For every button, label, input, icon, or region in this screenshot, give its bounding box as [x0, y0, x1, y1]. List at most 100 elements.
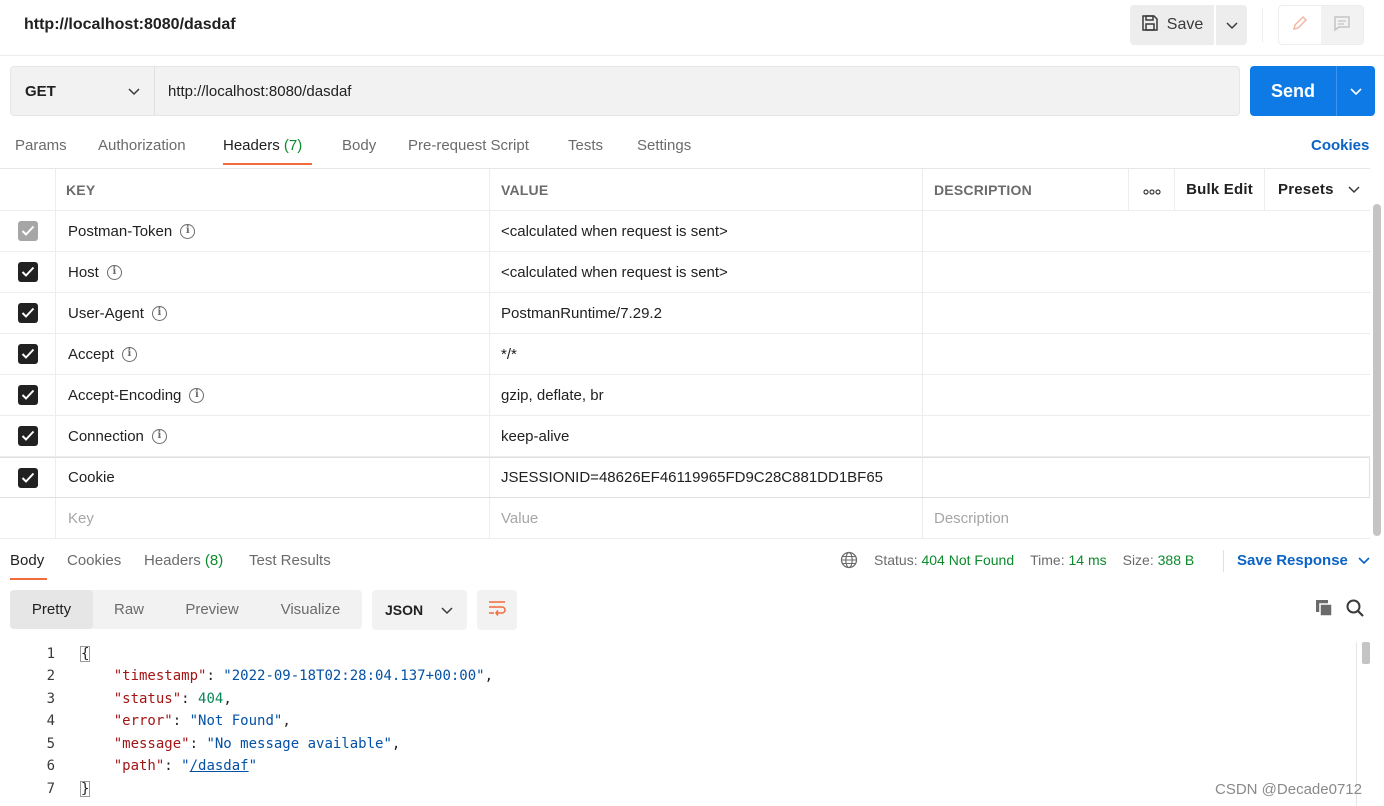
request-header-bar: http://localhost:8080/dasdaf Save: [0, 0, 1384, 56]
json-path-link[interactable]: /dasdaf: [190, 758, 249, 774]
save-button[interactable]: Save: [1130, 5, 1214, 45]
status-value[interactable]: 404 Not Found: [921, 552, 1014, 568]
cookies-link[interactable]: Cookies: [1311, 137, 1369, 154]
header-value-cell[interactable]: gzip, deflate, br: [490, 375, 923, 415]
format-select[interactable]: JSON: [372, 590, 467, 630]
response-body-viewer[interactable]: 1 { 2 "timestamp": "2022-09-18T02:28:04.…: [0, 642, 1384, 806]
size-value[interactable]: 388 B: [1158, 552, 1195, 568]
tab-headers[interactable]: Headers (7): [223, 137, 302, 154]
line-number: 3: [46, 691, 55, 707]
table-row: Host i <calculated when request is sent>: [0, 252, 1370, 293]
column-key: KEY: [56, 169, 490, 210]
request-title[interactable]: http://localhost:8080/dasdaf: [24, 16, 236, 34]
header-key-cell[interactable]: Connection i: [56, 416, 490, 456]
json-quote: ": [181, 758, 190, 774]
json-comma: ,: [484, 668, 494, 684]
time-label: Time:: [1030, 552, 1065, 568]
active-tab-indicator: [223, 163, 312, 165]
view-visualize[interactable]: Visualize: [259, 590, 362, 629]
tab-params[interactable]: Params: [15, 137, 67, 154]
header-key-cell[interactable]: Accept i: [56, 334, 490, 374]
code-line: 6 "path": "/dasdaf": [0, 755, 1360, 777]
more-options-button[interactable]: [1129, 169, 1175, 210]
header-key-cell[interactable]: Host i: [56, 252, 490, 292]
info-icon[interactable]: i: [151, 305, 167, 321]
row-checkbox[interactable]: [17, 385, 38, 405]
format-label: JSON: [385, 602, 424, 618]
search-icon[interactable]: [1345, 598, 1365, 622]
info-icon[interactable]: i: [180, 223, 196, 239]
edit-button[interactable]: [1279, 6, 1321, 44]
view-pretty[interactable]: Pretty: [10, 590, 93, 629]
header-value-cell[interactable]: <calculated when request is sent>: [490, 211, 923, 251]
header-description-cell[interactable]: [923, 252, 1370, 292]
send-button[interactable]: Send: [1250, 66, 1336, 116]
presets-dropdown[interactable]: Presets: [1265, 169, 1370, 210]
new-key-input[interactable]: Key: [56, 498, 490, 538]
info-icon[interactable]: i: [151, 428, 167, 444]
tab-pre-request-script[interactable]: Pre-request Script: [408, 137, 529, 154]
header-key-cell[interactable]: Accept-Encoding i: [56, 375, 490, 415]
header-description-cell[interactable]: [923, 334, 1370, 374]
header-value-cell[interactable]: <calculated when request is sent>: [490, 252, 923, 292]
row-checkbox[interactable]: [17, 262, 38, 282]
method-label: GET: [25, 82, 56, 100]
response-tab-test-results[interactable]: Test Results: [249, 552, 331, 569]
toolbar-divider: [1262, 8, 1263, 42]
row-checkbox[interactable]: [17, 221, 38, 241]
header-description-cell[interactable]: [923, 293, 1370, 333]
header-value-cell[interactable]: keep-alive: [490, 416, 923, 456]
save-options-button[interactable]: [1216, 5, 1247, 45]
tab-settings[interactable]: Settings: [637, 137, 691, 154]
time-value[interactable]: 14 ms: [1068, 552, 1106, 568]
header-key-cell[interactable]: User-Agent i: [56, 293, 490, 333]
globe-icon[interactable]: [840, 551, 858, 569]
bulk-edit-button[interactable]: Bulk Edit: [1175, 169, 1265, 210]
comments-button[interactable]: [1321, 6, 1363, 44]
watermark-text: CSDN @Decade0712: [1215, 781, 1362, 798]
header-key-cell[interactable]: Cookie: [56, 458, 490, 497]
view-raw[interactable]: Raw: [93, 590, 165, 629]
header-description-cell[interactable]: [923, 211, 1370, 251]
tab-body[interactable]: Body: [342, 137, 376, 154]
send-options-button[interactable]: [1336, 66, 1375, 116]
header-value-cell[interactable]: JSESSIONID=48626EF46119965FD9C28C881DD1B…: [490, 458, 923, 497]
line-number: 7: [46, 781, 55, 797]
code-line: 2 "timestamp": "2022-09-18T02:28:04.137+…: [0, 665, 1360, 687]
tab-tests[interactable]: Tests: [568, 137, 603, 154]
send-button-group: Send: [1250, 66, 1375, 116]
tab-authorization[interactable]: Authorization: [98, 137, 186, 154]
header-key: Accept: [68, 345, 114, 363]
info-icon[interactable]: i: [121, 346, 137, 362]
header-value-cell[interactable]: */*: [490, 334, 923, 374]
info-icon[interactable]: i: [189, 387, 205, 403]
save-response-dropdown[interactable]: Save Response: [1237, 552, 1370, 569]
request-tabs: Params Authorization Headers (7) Body Pr…: [0, 128, 1384, 168]
code-text: {: [80, 646, 91, 662]
row-checkbox[interactable]: [17, 344, 38, 364]
response-tab-body[interactable]: Body: [10, 552, 44, 569]
url-input[interactable]: http://localhost:8080/dasdaf: [155, 67, 1239, 115]
view-preview[interactable]: Preview: [165, 590, 259, 629]
info-icon[interactable]: i: [106, 264, 122, 280]
presets-label: Presets: [1278, 181, 1334, 198]
header-description-cell[interactable]: [923, 416, 1370, 456]
response-tab-headers[interactable]: Headers (8): [144, 552, 223, 569]
method-select[interactable]: GET: [11, 67, 155, 115]
header-description-cell[interactable]: [923, 375, 1370, 415]
row-checkbox[interactable]: [17, 426, 38, 446]
header-key-cell[interactable]: Postman-Token i: [56, 211, 490, 251]
row-checkbox[interactable]: [17, 303, 38, 323]
code-scrollbar[interactable]: [1362, 642, 1370, 664]
response-tab-cookies[interactable]: Cookies: [67, 552, 121, 569]
header-description-cell[interactable]: [923, 458, 1369, 497]
headers-scrollbar[interactable]: [1373, 204, 1381, 536]
header-value-cell[interactable]: PostmanRuntime/7.29.2: [490, 293, 923, 333]
header-key: Accept-Encoding: [68, 386, 182, 404]
wrap-lines-button[interactable]: [477, 590, 517, 630]
new-value-input[interactable]: Value: [490, 498, 923, 538]
new-description-input[interactable]: Description: [923, 498, 1370, 538]
more-dots-icon: [1142, 182, 1161, 198]
copy-icon[interactable]: [1314, 598, 1334, 622]
row-checkbox[interactable]: [17, 467, 38, 488]
